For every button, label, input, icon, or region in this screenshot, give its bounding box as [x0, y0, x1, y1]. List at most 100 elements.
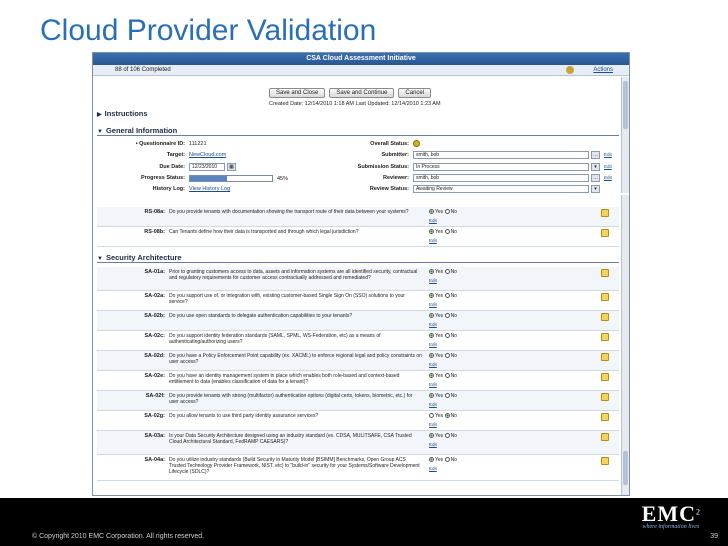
view-history-log-link[interactable]: View History Log	[189, 186, 230, 192]
no-radio[interactable]	[444, 393, 450, 399]
question-edit-link[interactable]: Edit	[429, 342, 437, 347]
no-label: No	[450, 413, 457, 419]
note-icon[interactable]	[601, 209, 609, 217]
no-radio[interactable]	[444, 373, 450, 379]
collapse-arrow-icon[interactable]: ▼	[97, 129, 103, 135]
question-row: SA-03a: Is your Data Security Architectur…	[97, 431, 619, 455]
question-edit-link[interactable]: Edit	[429, 218, 437, 223]
question-edit-link[interactable]: Edit	[429, 302, 437, 307]
note-icon[interactable]	[601, 373, 609, 381]
yes-radio[interactable]	[429, 433, 434, 439]
submission-status-select[interactable]: In Process	[413, 163, 589, 171]
answer-options: Yes No	[429, 293, 457, 299]
logo-text: EMC	[641, 501, 696, 526]
yes-radio[interactable]	[429, 457, 434, 463]
scrollbar-thumb[interactable]	[623, 81, 628, 129]
save-and-close-button[interactable]: Save and Close	[269, 88, 326, 98]
question-edit-link[interactable]: Edit	[429, 442, 437, 447]
question-edit-link[interactable]: Edit	[429, 466, 437, 471]
no-radio[interactable]	[444, 333, 450, 339]
progress-row: 88 of 106 Completed Actions	[93, 65, 629, 76]
question-edit-link[interactable]: Edit	[429, 402, 437, 407]
reviewer-lookup-button[interactable]: …	[591, 174, 600, 182]
yes-label: Yes	[435, 353, 444, 359]
yes-radio[interactable]	[429, 293, 434, 299]
note-icon[interactable]	[601, 293, 609, 301]
yes-radio[interactable]	[429, 333, 434, 339]
no-radio[interactable]	[444, 269, 450, 275]
question-edit-link[interactable]: Edit	[429, 422, 437, 427]
no-radio[interactable]	[444, 413, 450, 419]
note-icon[interactable]	[601, 229, 609, 237]
question-edit-link[interactable]: Edit	[429, 382, 437, 387]
collapse-arrow-icon[interactable]: ▼	[97, 256, 103, 262]
answer-options: Yes No	[429, 333, 457, 339]
yes-radio[interactable]	[429, 209, 434, 215]
emc-logo: EMC2 where information lives	[642, 501, 700, 530]
submission-edit-link[interactable]: Edit	[604, 164, 612, 169]
yes-radio[interactable]	[429, 229, 434, 235]
expand-arrow-icon[interactable]: ▶	[97, 111, 102, 118]
chevron-down-icon[interactable]: ▾	[591, 163, 600, 171]
no-radio[interactable]	[444, 313, 450, 319]
question-id: SA-02c:	[144, 333, 165, 339]
cancel-button[interactable]: Cancel	[398, 88, 432, 98]
reviewer-field[interactable]: smith, bob	[413, 174, 589, 182]
note-icon[interactable]	[601, 313, 609, 321]
general-info-section[interactable]: ▼ General Information	[97, 126, 619, 136]
no-radio[interactable]	[444, 229, 450, 235]
question-edit-link[interactable]: Edit	[429, 322, 437, 327]
submitter-edit-link[interactable]: Edit	[604, 152, 612, 157]
submitter-field[interactable]: smith, bob	[413, 151, 589, 159]
yes-label: Yes	[435, 313, 444, 319]
no-radio[interactable]	[444, 433, 450, 439]
questions-scrollbar[interactable]	[621, 195, 629, 495]
chevron-down-icon[interactable]: ▾	[591, 185, 600, 193]
question-text: Is your Data Security Architecture desig…	[169, 433, 412, 445]
instructions-section[interactable]: ▶ Instructions	[97, 109, 619, 119]
yes-radio[interactable]	[429, 313, 434, 319]
reviewer-edit-link[interactable]: Edit	[604, 175, 612, 180]
note-icon[interactable]	[601, 393, 609, 401]
actions-menu[interactable]: Actions	[593, 67, 613, 73]
target-label: Target:	[166, 152, 185, 158]
top-scrollbar[interactable]	[621, 77, 629, 193]
question-id: RS-08a:	[144, 209, 165, 215]
question-text: Do you support identity federation stand…	[169, 333, 381, 345]
note-icon[interactable]	[601, 333, 609, 341]
scrollbar-thumb[interactable]	[623, 451, 628, 485]
save-and-continue-button[interactable]: Save and Continue	[329, 88, 395, 98]
no-radio[interactable]	[444, 209, 450, 215]
question-row: SA-02a: Do you support use of, or integra…	[97, 291, 619, 311]
security-architecture-section[interactable]: ▼ Security Architecture	[97, 253, 619, 263]
question-row: SA-02d: Do you have a Policy Enforcement …	[97, 351, 619, 371]
no-radio[interactable]	[444, 457, 450, 463]
answer-options: Yes No	[429, 373, 457, 379]
note-icon[interactable]	[601, 353, 609, 361]
yes-label: Yes	[435, 293, 444, 299]
note-icon[interactable]	[601, 413, 609, 421]
yes-radio[interactable]	[429, 413, 434, 419]
question-edit-link[interactable]: Edit	[429, 238, 437, 243]
question-edit-link[interactable]: Edit	[429, 362, 437, 367]
answer-options: Yes No	[429, 209, 457, 215]
target-link[interactable]: NewCloud.com	[189, 152, 226, 158]
question-edit-link[interactable]: Edit	[429, 278, 437, 283]
settings-icon[interactable]	[566, 66, 574, 74]
submitter-label: Submitter:	[381, 152, 410, 158]
submitter-lookup-button[interactable]: …	[591, 151, 600, 159]
no-radio[interactable]	[444, 293, 450, 299]
copyright-text: © Copyright 2010 EMC Corporation. All ri…	[32, 533, 205, 540]
note-icon[interactable]	[601, 457, 609, 465]
yes-radio[interactable]	[429, 269, 434, 275]
calendar-icon[interactable]: ▦	[227, 163, 236, 171]
yes-radio[interactable]	[429, 373, 434, 379]
yes-radio[interactable]	[429, 353, 434, 359]
question-row: SA-02e: Do you have an identity managemen…	[97, 371, 619, 391]
review-status-select[interactable]: Awaiting Review	[413, 185, 589, 193]
note-icon[interactable]	[601, 269, 609, 277]
due-date-field[interactable]: 12/23/2010	[189, 163, 225, 171]
yes-radio[interactable]	[429, 393, 434, 399]
note-icon[interactable]	[601, 433, 609, 441]
no-radio[interactable]	[444, 353, 450, 359]
